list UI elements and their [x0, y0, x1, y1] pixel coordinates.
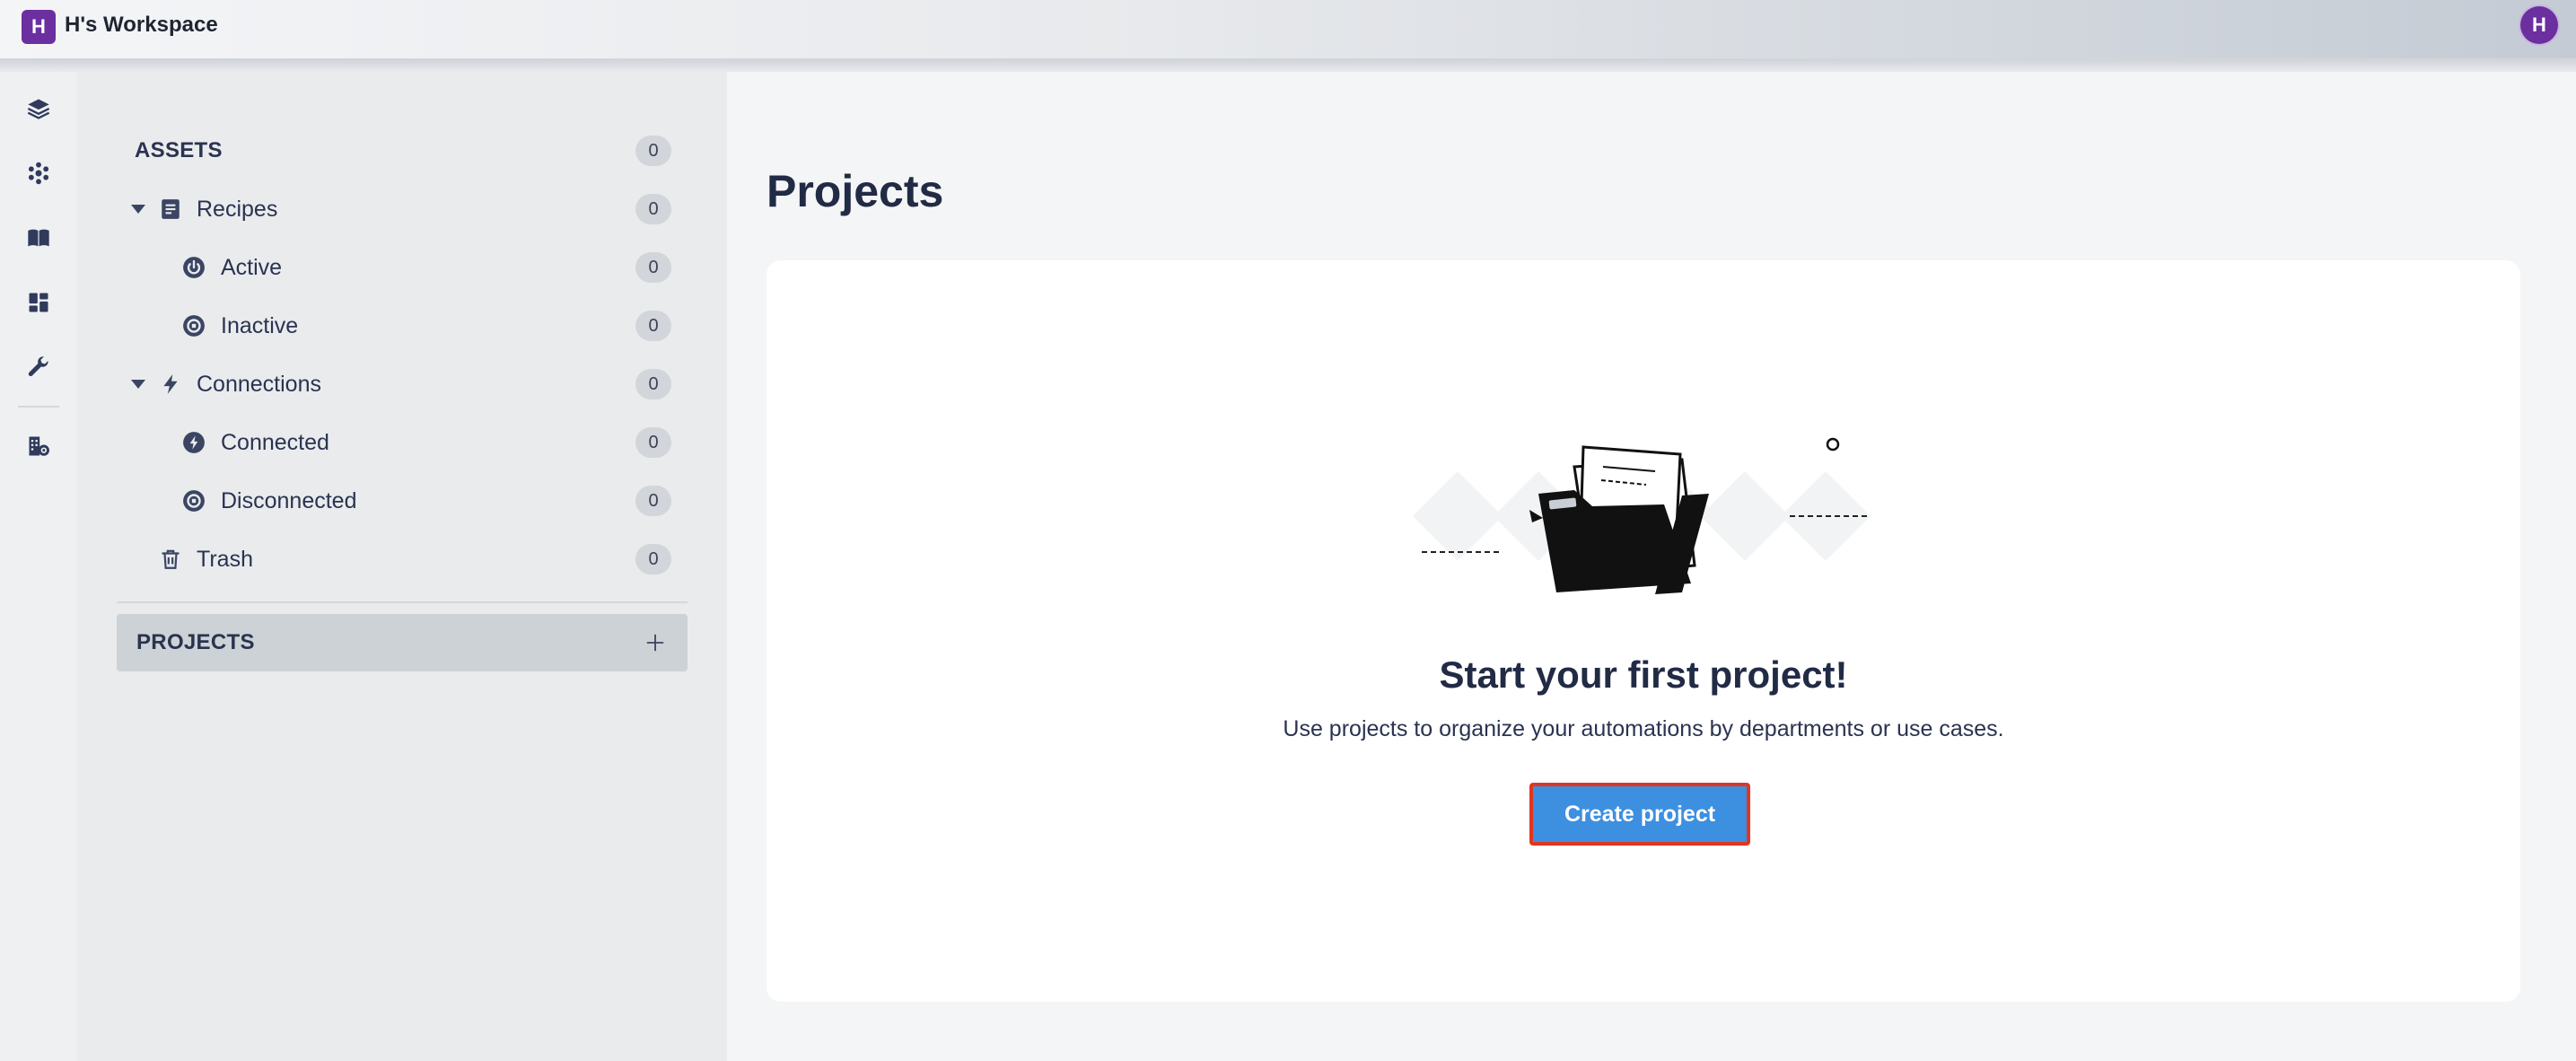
- stop-icon: [181, 313, 206, 338]
- plus-icon[interactable]: [639, 627, 671, 659]
- trash-count-badge: 0: [635, 544, 671, 574]
- sidebar-item-assets[interactable]: ASSETS 0: [77, 126, 727, 176]
- wrench-icon[interactable]: [23, 352, 54, 382]
- sidebar-item-connections[interactable]: Connections 0: [77, 359, 727, 409]
- recipes-label: Recipes: [197, 196, 278, 222]
- assets-count-badge: 0: [635, 136, 671, 166]
- asterisk-icon[interactable]: [23, 158, 54, 189]
- connections-count-badge: 0: [635, 369, 671, 399]
- trash-label: Trash: [197, 546, 253, 572]
- workspace-logo[interactable]: H: [22, 10, 56, 44]
- assets-label: ASSETS: [135, 138, 223, 162]
- document-icon: [158, 197, 183, 222]
- power-icon: [181, 255, 206, 280]
- book-icon[interactable]: [23, 223, 54, 253]
- recipes-count-badge: 0: [635, 194, 671, 224]
- sidebar-item-projects[interactable]: PROJECTS: [117, 614, 688, 671]
- connected-count-badge: 0: [635, 427, 671, 458]
- stop-icon: [181, 488, 206, 513]
- empty-state-title: Start your first project!: [1439, 653, 1848, 696]
- sidebar-item-inactive[interactable]: Inactive 0: [77, 301, 727, 351]
- sidebar-divider: [117, 601, 688, 603]
- sidebar-item-trash[interactable]: Trash 0: [77, 534, 727, 584]
- inactive-count-badge: 0: [635, 311, 671, 341]
- active-label: Active: [221, 254, 283, 280]
- empty-state-description: Use projects to organize your automation…: [1283, 716, 2004, 741]
- disconnected-count-badge: 0: [635, 486, 671, 516]
- trash-icon: [158, 547, 183, 572]
- top-bar: H H's Workspace H: [0, 0, 2576, 59]
- sidebar-item-connected[interactable]: Connected 0: [77, 417, 727, 468]
- lightning-icon: [158, 372, 183, 397]
- sidebar-item-active[interactable]: Active 0: [77, 242, 727, 293]
- assets-sidebar: ASSETS 0 Recipes 0 Active 0 Inactive 0 C…: [77, 72, 727, 1061]
- sidebar-item-disconnected[interactable]: Disconnected 0: [77, 476, 727, 526]
- connected-label: Connected: [221, 429, 329, 455]
- create-project-button[interactable]: Create project: [1529, 783, 1750, 846]
- caret-down-icon[interactable]: [131, 380, 145, 389]
- page-title: Projects: [767, 166, 944, 216]
- main-content: Projects Start your first project! Use p…: [727, 72, 2576, 1061]
- dashboard-icon[interactable]: [23, 287, 54, 318]
- icon-rail: [0, 72, 77, 1061]
- layers-icon[interactable]: [23, 93, 54, 124]
- inactive-label: Inactive: [221, 312, 299, 338]
- disconnected-label: Disconnected: [221, 487, 357, 513]
- user-avatar[interactable]: H: [2520, 6, 2558, 44]
- projects-label: PROJECTS: [136, 630, 255, 654]
- empty-state-card: Start your first project! Use projects t…: [767, 260, 2520, 1002]
- workspace-name[interactable]: H's Workspace: [65, 13, 218, 38]
- caret-down-icon[interactable]: [131, 205, 145, 214]
- connections-label: Connections: [197, 371, 321, 397]
- empty-folder-illustration: [1413, 437, 1871, 594]
- active-count-badge: 0: [635, 252, 671, 283]
- building-gear-icon[interactable]: [23, 431, 54, 461]
- rail-divider: [18, 406, 59, 408]
- top-bar-shadow: [0, 59, 2576, 72]
- lightning-circle-icon: [181, 430, 206, 455]
- sidebar-item-recipes[interactable]: Recipes 0: [77, 184, 727, 234]
